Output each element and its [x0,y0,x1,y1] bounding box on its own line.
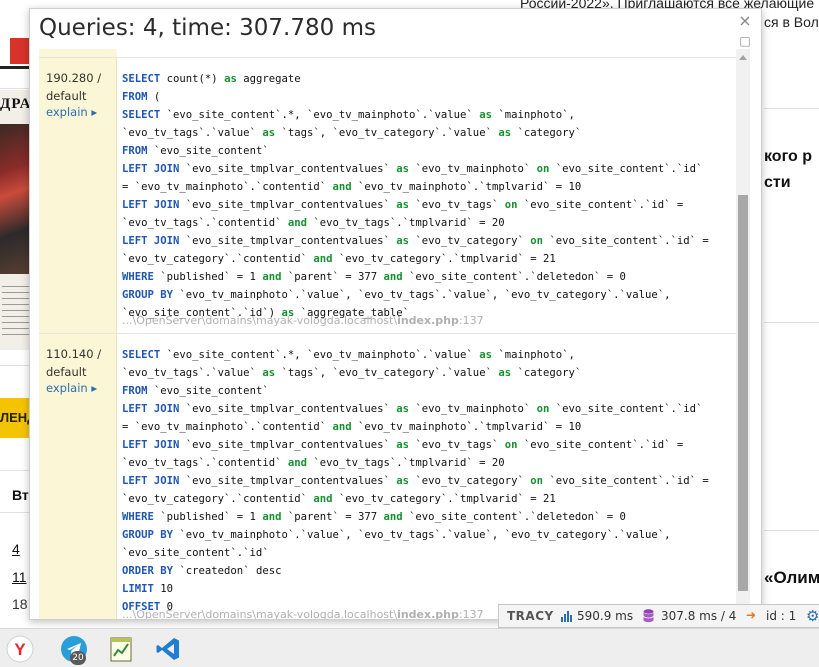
explain-link[interactable]: explain ▸ [46,381,97,395]
screen: ДРА ЛЕНД Вт 4 11 18 России-2022». Пригла… [0,0,819,667]
source-path: ...\OpenServer\domains\mayak-vologda.loc… [122,314,398,327]
queries-table: 190.280 / default explain ▸ SELECT count… [39,49,736,620]
close-icon[interactable]: × [737,13,753,29]
database-icon[interactable] [643,609,654,623]
taskbar-yandex-browser[interactable]: Y [0,633,40,665]
execution-time[interactable]: 590.9 ms [577,609,633,623]
user-id[interactable]: id : 1 [766,609,796,623]
sign-in-icon[interactable]: ➜ [746,608,756,622]
explain-link[interactable]: explain ▸ [46,105,97,119]
query-connection: default [46,89,87,103]
taskbar-notepad-chart[interactable] [101,633,141,665]
news-heading[interactable]: «Олим [764,568,819,588]
source-link[interactable]: ...\OpenServer\domains\mayak-vologda.loc… [122,608,484,620]
tracy-logo[interactable]: TRACY [507,609,554,623]
gear-icon[interactable]: ⚙ [806,607,819,625]
query-time: 110.140 / [46,347,102,361]
news-heading[interactable]: сти [764,174,791,192]
taskbar-vscode[interactable] [148,633,188,665]
svg-text:Y: Y [14,640,26,659]
query-meta: 190.280 / default explain ▸ [39,58,117,333]
vscode-icon [156,638,179,660]
calendar-day[interactable]: 4 [12,541,20,557]
table-row: 110.140 / default explain ▸ SELECT `evo_… [39,333,736,620]
database-stats[interactable]: 307.8 ms / 4 [661,609,736,623]
news-heading[interactable]: кого р [764,148,812,166]
yandex-browser-icon: Y [6,635,34,663]
sql-code[interactable]: SELECT count(*) as aggregate FROM ( SELE… [122,70,734,322]
scroll-up-icon[interactable] [739,55,747,60]
panel-scrollbar[interactable] [736,49,750,619]
tracy-debug-bar: TRACY 590.9 ms 307.8 ms / 4 ➜ id : 1 ⚙ [498,604,819,628]
query-time: 190.280 / [46,71,102,85]
query-meta: 110.140 / default explain ▸ [39,334,117,619]
sql-code[interactable]: SELECT `evo_site_content`.*, `evo_tv_mai… [122,346,734,616]
table-row: 190.280 / default explain ▸ SELECT count… [39,57,736,333]
source-file: index.php [397,314,459,327]
maximize-icon[interactable]: □ [737,33,753,49]
magazine-header: ДРА [0,96,32,112]
notification-badge: 20 [70,651,86,665]
taskbar-telegram[interactable]: 20 [54,633,94,665]
calendar-weekday: Вт [12,487,29,503]
tracy-queries-panel: Queries: 4, time: 307.780 ms × □ 190.280… [29,8,762,620]
calendar-day: 18 [12,596,28,612]
source-file: index.php [397,608,459,620]
source-line: :137 [458,314,484,327]
scrollbar-thumb[interactable] [738,195,748,591]
news-teaser-text-2[interactable]: ся в Воло [764,14,819,30]
panel-title[interactable]: Queries: 4, time: 307.780 ms [39,15,376,41]
source-link[interactable]: ...\OpenServer\domains\mayak-vologda.loc… [122,314,484,327]
source-line: :137 [458,608,484,620]
calendar-day[interactable]: 11 [12,569,27,585]
source-path: ...\OpenServer\domains\mayak-vologda.loc… [122,608,398,620]
query-connection: default [46,365,87,379]
bar-chart-icon[interactable] [561,610,573,622]
taskbar: Y 20 [0,628,819,667]
notepad-chart-icon [110,637,132,662]
